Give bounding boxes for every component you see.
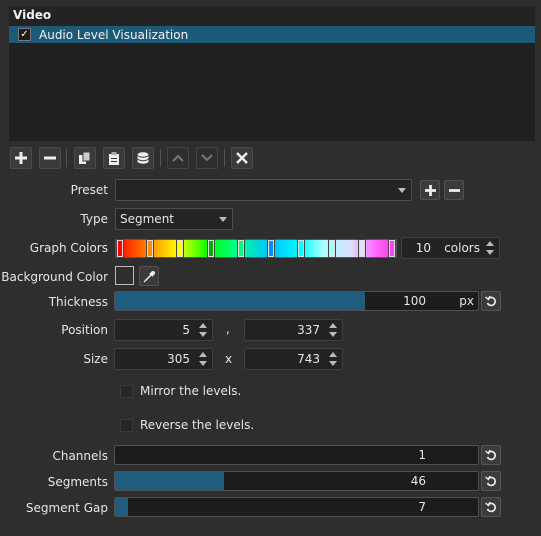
- color-stop-handle[interactable]: [116, 239, 124, 258]
- position-y-spinbox[interactable]: 337: [244, 319, 343, 341]
- thickness-reset-button[interactable]: [481, 291, 501, 311]
- color-stop-handle[interactable]: [357, 239, 366, 258]
- minus-icon: [44, 156, 56, 160]
- color-stop-handle[interactable]: [236, 239, 245, 258]
- spin-down-icon[interactable]: [199, 361, 207, 366]
- position-x-value: 5: [182, 323, 190, 337]
- move-down-button[interactable]: [196, 147, 218, 169]
- chevron-up-icon: [172, 154, 184, 162]
- spin-down-icon[interactable]: [329, 361, 337, 366]
- save-filter-set-button[interactable]: [132, 147, 154, 169]
- spin-up-icon[interactable]: [329, 352, 337, 357]
- color-stop-handle[interactable]: [146, 239, 155, 258]
- thickness-value: 100: [403, 294, 426, 308]
- channels-slider[interactable]: 1: [114, 445, 479, 465]
- graph-colors-gradient[interactable]: [115, 239, 397, 258]
- background-color-swatch[interactable]: [115, 266, 134, 285]
- filter-list: ✓ Audio Level Visualization: [9, 26, 535, 141]
- color-stop-handle[interactable]: [388, 239, 396, 258]
- position-x-spinbox[interactable]: 5: [114, 319, 213, 341]
- reverse-label[interactable]: Reverse the levels.: [140, 418, 254, 432]
- eyedropper-icon: [143, 270, 155, 282]
- channels-label: Channels: [52, 449, 108, 463]
- spin-up-icon[interactable]: [199, 352, 207, 357]
- undo-icon: [485, 501, 496, 513]
- spin-up-icon[interactable]: [486, 241, 494, 246]
- thickness-label: Thickness: [48, 295, 108, 309]
- size-separator: x: [225, 352, 233, 366]
- type-value: Segment: [120, 212, 174, 226]
- filter-label: Audio Level Visualization: [39, 27, 189, 42]
- spin-down-icon[interactable]: [329, 332, 337, 337]
- segments-slider[interactable]: 46: [114, 471, 479, 491]
- position-separator: ,: [226, 322, 230, 336]
- chevron-down-icon: [398, 188, 406, 193]
- preset-label: Preset: [70, 183, 108, 197]
- segments-label: Segments: [47, 475, 108, 489]
- channels-value: 1: [418, 448, 426, 462]
- database-icon: [137, 151, 149, 164]
- segment-gap-value: 7: [418, 500, 426, 514]
- background-color-label: Background Color: [1, 270, 108, 284]
- color-picker-button[interactable]: [139, 266, 159, 286]
- mirror-label[interactable]: Mirror the levels.: [140, 384, 241, 398]
- undo-icon: [485, 449, 496, 461]
- color-stop-handle[interactable]: [267, 239, 276, 258]
- size-height-value: 743: [297, 352, 320, 366]
- filter-enabled-checkbox[interactable]: ✓: [18, 28, 31, 41]
- save-preset-button[interactable]: [420, 180, 440, 200]
- type-combo[interactable]: Segment: [115, 208, 233, 230]
- undo-icon: [485, 295, 496, 307]
- plus-icon: [424, 184, 436, 196]
- paste-filter-button[interactable]: [103, 147, 125, 169]
- color-stop-handle[interactable]: [327, 239, 336, 258]
- segment-gap-slider[interactable]: 7: [114, 497, 479, 517]
- remove-filter-button[interactable]: [39, 147, 61, 169]
- color-count-spinbox[interactable]: 10 colors: [401, 237, 500, 259]
- panel-title: Video: [9, 6, 535, 26]
- segments-value: 46: [410, 474, 426, 488]
- color-stop-handle[interactable]: [206, 239, 215, 258]
- add-filter-button[interactable]: [10, 147, 32, 169]
- position-label: Position: [61, 323, 108, 337]
- size-width-value: 305: [167, 352, 190, 366]
- spin-up-icon[interactable]: [199, 323, 207, 328]
- close-icon: [236, 152, 248, 164]
- undo-icon: [485, 475, 496, 487]
- color-count-value: 10: [415, 241, 431, 255]
- color-count-unit: colors: [444, 241, 480, 255]
- copy-icon: [79, 152, 91, 164]
- type-label: Type: [80, 212, 108, 226]
- list-item[interactable]: ✓ Audio Level Visualization: [9, 26, 535, 43]
- chevron-down-icon: [201, 154, 213, 162]
- segment-gap-label: Segment Gap: [25, 501, 108, 515]
- size-width-spinbox[interactable]: 305: [114, 348, 213, 370]
- reverse-checkbox[interactable]: [120, 419, 133, 432]
- chevron-down-icon: [219, 217, 227, 222]
- color-stop-handle[interactable]: [297, 239, 306, 258]
- paste-icon: [109, 151, 119, 165]
- thickness-unit: px: [459, 294, 474, 308]
- size-height-spinbox[interactable]: 743: [244, 348, 343, 370]
- spin-down-icon[interactable]: [199, 332, 207, 337]
- size-label: Size: [83, 352, 108, 366]
- copy-filter-button[interactable]: [74, 147, 96, 169]
- deselect-filter-button[interactable]: [231, 147, 253, 169]
- mirror-checkbox[interactable]: [120, 385, 133, 398]
- channels-reset-button[interactable]: [481, 445, 501, 465]
- preset-combo[interactable]: [115, 179, 412, 201]
- color-stop-handle[interactable]: [176, 239, 185, 258]
- thickness-slider[interactable]: 100 px: [114, 291, 479, 311]
- spin-up-icon[interactable]: [329, 323, 337, 328]
- spin-down-icon[interactable]: [486, 250, 494, 255]
- segments-reset-button[interactable]: [481, 471, 501, 491]
- plus-icon: [15, 152, 27, 164]
- position-y-value: 337: [297, 323, 320, 337]
- segment-gap-reset-button[interactable]: [481, 497, 501, 517]
- delete-preset-button[interactable]: [444, 180, 464, 200]
- minus-icon: [448, 188, 460, 192]
- graph-colors-label: Graph Colors: [29, 241, 108, 255]
- move-up-button[interactable]: [167, 147, 189, 169]
